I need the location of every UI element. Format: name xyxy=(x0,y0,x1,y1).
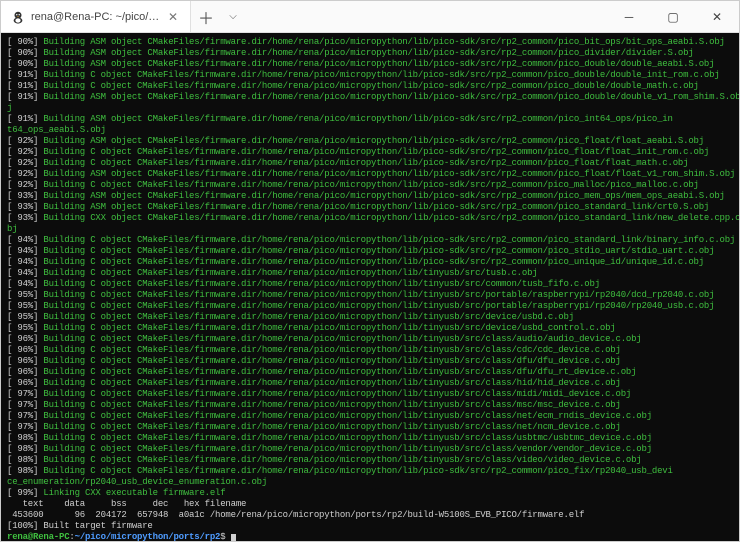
cursor xyxy=(231,534,236,541)
tab-terminal[interactable]: rena@Rena-PC: ~/pico/micro ✕ xyxy=(1,1,191,32)
minimize-button[interactable]: ─ xyxy=(607,1,651,32)
maximize-button[interactable]: ▢ xyxy=(651,1,695,32)
tab-title: rena@Rena-PC: ~/pico/micro xyxy=(31,11,160,23)
penguin-icon xyxy=(11,10,25,24)
new-tab-button[interactable]: ＋ xyxy=(191,1,221,32)
terminal-output[interactable]: [ 90%] Building ASM object CMakeFiles/fi… xyxy=(1,33,739,541)
titlebar: rena@Rena-PC: ~/pico/micro ✕ ＋ ⌵ ─ ▢ ✕ xyxy=(1,1,739,33)
tab-dropdown-button[interactable]: ⌵ xyxy=(221,1,245,32)
close-button[interactable]: ✕ xyxy=(695,1,739,32)
terminal-window: rena@Rena-PC: ~/pico/micro ✕ ＋ ⌵ ─ ▢ ✕ [… xyxy=(0,0,740,542)
titlebar-drag[interactable] xyxy=(245,1,607,32)
tab-close-button[interactable]: ✕ xyxy=(166,10,180,24)
